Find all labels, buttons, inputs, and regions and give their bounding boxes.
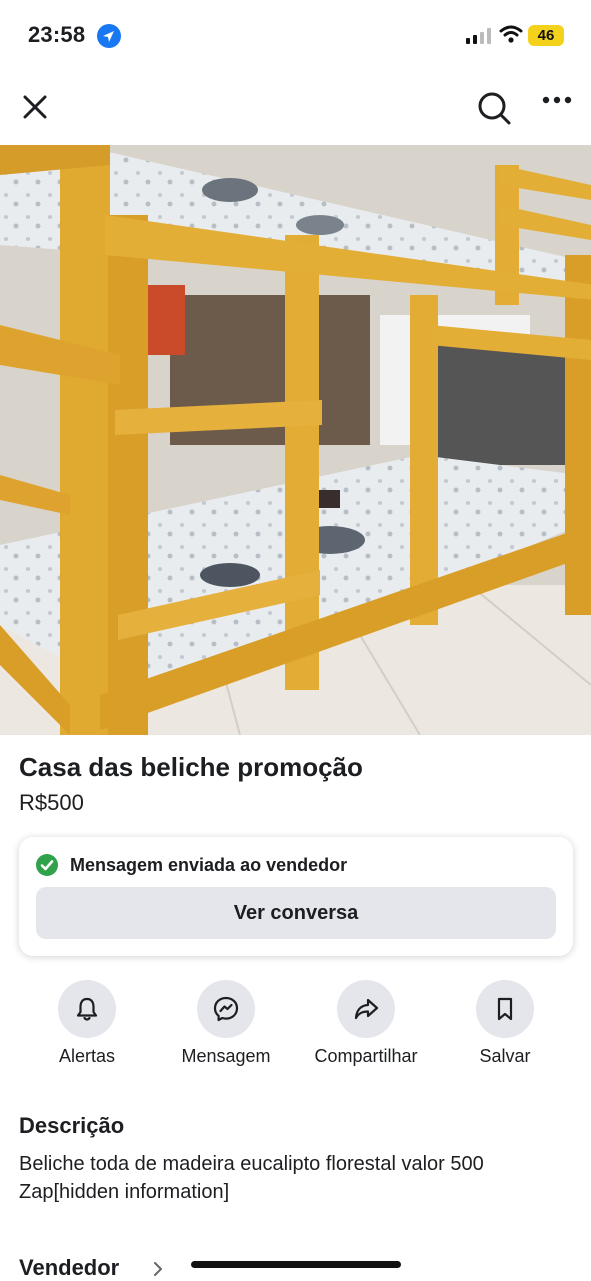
wifi-icon (499, 25, 523, 43)
share-icon (354, 998, 379, 1020)
listing-photo[interactable] (0, 145, 591, 735)
message-sent-text: Mensagem enviada ao vendedor (70, 855, 348, 875)
save-button[interactable] (476, 980, 534, 1038)
message-label: Mensagem (181, 1046, 271, 1066)
check-circle-icon (36, 854, 58, 876)
alerts-button[interactable] (58, 980, 116, 1038)
share-button[interactable] (337, 980, 395, 1038)
message-button[interactable] (197, 980, 255, 1038)
save-label: Salvar (479, 1046, 531, 1066)
location-arrow-icon (97, 24, 121, 48)
view-conversation-button[interactable]: Ver conversa (36, 887, 556, 939)
messenger-icon (213, 996, 239, 1022)
status-bar: 23:58 46 (0, 0, 591, 70)
alerts-action[interactable]: Alertas (17, 980, 157, 1067)
status-time: 23:58 (28, 22, 86, 47)
bell-icon (76, 997, 98, 1021)
message-sent-card: Mensagem enviada ao vendedor Ver convers… (19, 837, 573, 956)
description-text: Beliche toda de madeira eucalipto flores… (19, 1153, 484, 1203)
save-action[interactable]: Salvar (435, 980, 575, 1067)
action-row: Alertas Mensagem Compartilhar Salvar (0, 980, 591, 1070)
top-bar (0, 80, 591, 136)
close-icon[interactable] (20, 92, 50, 122)
more-options-icon[interactable] (542, 96, 572, 104)
seller-heading[interactable]: Vendedor (19, 1255, 119, 1281)
share-action[interactable]: Compartilhar (296, 980, 436, 1067)
listing-price: R$500 (19, 790, 84, 815)
listing-title: Casa das beliche promoção (19, 752, 363, 782)
description-heading: Descrição (19, 1113, 125, 1138)
search-icon[interactable] (475, 89, 513, 127)
alerts-label: Alertas (58, 1046, 116, 1066)
battery-indicator: 46 (528, 25, 564, 46)
bookmark-icon (497, 997, 513, 1021)
chevron-right-icon[interactable] (152, 1260, 164, 1278)
cellular-signal-icon (466, 28, 491, 44)
home-indicator[interactable] (191, 1261, 401, 1268)
message-action[interactable]: Mensagem (156, 980, 296, 1067)
share-label: Compartilhar (314, 1046, 418, 1066)
